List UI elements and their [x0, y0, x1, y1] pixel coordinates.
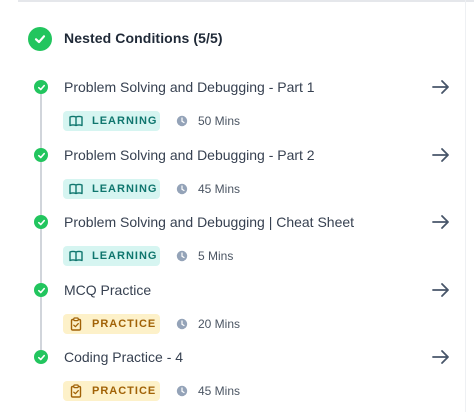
clock-icon	[176, 115, 188, 127]
duration-text: 45 Mins	[198, 384, 241, 398]
list-item[interactable]: Coding Practice - 4 PRACTICE 45 Mins	[0, 347, 474, 407]
badge-label: PRACTICE	[92, 318, 157, 330]
arrow-right-icon[interactable]	[431, 77, 451, 97]
badge-label: LEARNING	[92, 183, 158, 195]
check-icon	[34, 215, 48, 229]
list-item[interactable]: MCQ Practice PRACTICE 20 Mins	[0, 280, 474, 340]
book-icon	[69, 249, 83, 263]
learning-badge: LEARNING	[63, 246, 160, 266]
item-title[interactable]: MCQ Practice	[64, 282, 151, 298]
item-title[interactable]: Problem Solving and Debugging - Part 2	[64, 147, 315, 163]
practice-badge: PRACTICE	[63, 381, 160, 401]
duration-text: 20 Mins	[198, 317, 241, 331]
clipboard-icon	[69, 384, 83, 398]
item-title[interactable]: Problem Solving and Debugging - Part 1	[64, 79, 315, 95]
check-icon	[34, 350, 48, 364]
learning-badge: LEARNING	[63, 111, 160, 131]
duration: 45 Mins	[176, 182, 240, 196]
practice-badge: PRACTICE	[63, 314, 160, 334]
book-icon	[69, 114, 83, 128]
duration-text: 45 Mins	[198, 182, 241, 196]
badge-label: LEARNING	[92, 250, 158, 262]
arrow-right-icon[interactable]	[431, 145, 451, 165]
divider	[18, 0, 474, 2]
clock-icon	[176, 385, 188, 397]
duration-text: 50 Mins	[198, 114, 241, 128]
item-title[interactable]: Coding Practice - 4	[64, 349, 183, 365]
arrow-right-icon[interactable]	[431, 347, 451, 367]
duration: 45 Mins	[176, 384, 240, 398]
badge-label: LEARNING	[92, 115, 158, 127]
book-icon	[69, 182, 83, 196]
check-icon	[34, 80, 48, 94]
section-title[interactable]: Nested Conditions (5/5)	[64, 30, 223, 46]
clock-icon	[176, 183, 188, 195]
badge-label: PRACTICE	[92, 385, 157, 397]
topic-card: Nested Conditions (5/5) Problem Solving …	[0, 0, 474, 412]
duration-text: 5 Mins	[198, 249, 234, 263]
duration: 5 Mins	[176, 249, 233, 263]
list-item[interactable]: Problem Solving and Debugging | Cheat Sh…	[0, 212, 474, 272]
duration: 20 Mins	[176, 317, 240, 331]
arrow-right-icon[interactable]	[431, 280, 451, 300]
list-item[interactable]: Problem Solving and Debugging - Part 2 L…	[0, 145, 474, 205]
arrow-right-icon[interactable]	[431, 212, 451, 232]
check-icon	[34, 148, 48, 162]
check-icon	[34, 283, 48, 297]
check-circle-icon	[28, 27, 52, 51]
learning-badge: LEARNING	[63, 179, 160, 199]
list-item[interactable]: Problem Solving and Debugging - Part 1 L…	[0, 77, 474, 137]
clipboard-icon	[69, 317, 83, 331]
duration: 50 Mins	[176, 114, 240, 128]
item-title[interactable]: Problem Solving and Debugging | Cheat Sh…	[64, 214, 354, 230]
clock-icon	[176, 250, 188, 262]
clock-icon	[176, 318, 188, 330]
